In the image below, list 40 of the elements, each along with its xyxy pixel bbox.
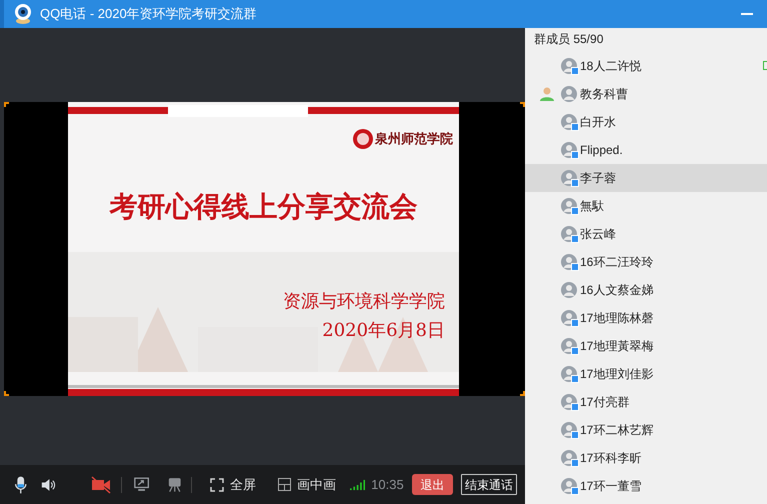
minimize-icon[interactable]	[741, 12, 753, 16]
camera-off-icon[interactable]	[90, 476, 111, 494]
member-name: 17环一董雪	[580, 478, 642, 495]
projector-icon[interactable]	[168, 476, 182, 493]
member-name: 白开水	[580, 114, 616, 131]
fullscreen-button[interactable]: 全屏	[210, 474, 256, 494]
call-duration: 10:35	[371, 476, 404, 494]
webcam-icon	[14, 4, 32, 24]
member-name: 17地理刘佳影	[580, 366, 654, 383]
end-call-button[interactable]: 结束通话	[461, 474, 518, 495]
signal-icon	[350, 478, 366, 490]
members-header: 群成员 55/90	[533, 31, 604, 48]
slide-subtitle: 资源与环境科学学院	[283, 290, 445, 314]
avatar-icon	[561, 282, 577, 298]
logo-text: 泉州师范学院	[375, 130, 453, 149]
member-name: 16环二汪玲玲	[580, 254, 654, 271]
layout-icon	[278, 478, 291, 491]
window-title: QQ电话 - 2020年资环学院考研交流群	[40, 5, 257, 24]
slide-date: 2020年6月8日	[322, 319, 445, 343]
leave-button[interactable]: 退出	[412, 474, 454, 495]
picture-in-picture-button[interactable]: 画中画	[278, 474, 336, 494]
speaker-icon[interactable]	[41, 476, 57, 492]
member-name: 17环科李昕	[580, 450, 642, 467]
member-name: 李子蓉	[580, 170, 616, 187]
member-name: 教务科曹	[580, 86, 628, 103]
member-name: 张云峰	[580, 226, 616, 243]
member-name: Flipped.	[580, 142, 623, 159]
expand-icon	[210, 478, 224, 492]
member-name: 17环二林艺辉	[580, 422, 654, 439]
microphone-icon[interactable]	[14, 474, 28, 496]
screen-share-icon[interactable]	[134, 476, 149, 493]
member-name: 18人二许悦	[580, 58, 642, 75]
member-name: 無馱	[580, 198, 604, 215]
member-name: 17付亮群	[580, 394, 630, 411]
slide-title: 考研心得线上分享交流会	[108, 190, 418, 224]
member-row[interactable]: 李子蓉	[525, 164, 767, 192]
member-name: 16人文蔡金娣	[580, 282, 654, 299]
member-name: 17地理陈林磬	[580, 310, 654, 327]
avatar-icon	[561, 86, 577, 102]
member-name: 17地理黃翠梅	[580, 338, 654, 355]
